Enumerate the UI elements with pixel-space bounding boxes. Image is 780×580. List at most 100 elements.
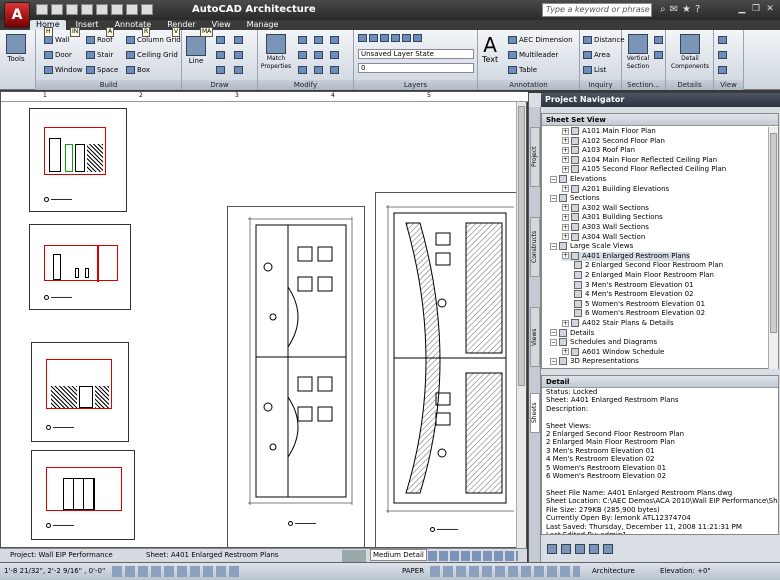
expand-icon[interactable]: + (562, 223, 569, 231)
publish-icon[interactable] (589, 544, 599, 554)
tree-item[interactable]: + A402 Stair Plans & Details (562, 319, 674, 328)
match-properties-button[interactable]: Match Properties (260, 34, 292, 71)
view-tool-2[interactable] (718, 51, 729, 59)
plan-viewport-2[interactable]: ━━━━━━━ (375, 192, 521, 548)
tree-item[interactable]: + A401 Enlarged Restroom Plans (562, 251, 690, 261)
tree-item[interactable]: 6 Women's Restroom Elevation 02 (574, 309, 705, 318)
tree-item[interactable]: + A303 Wall Sections (562, 223, 649, 232)
move-button[interactable] (298, 36, 309, 44)
vertical-scrollbar[interactable] (516, 102, 526, 549)
paper-space-toggle[interactable]: PAPER (402, 563, 424, 580)
refresh-icon[interactable] (575, 544, 585, 554)
section-tool-2[interactable] (654, 51, 665, 59)
tab-render[interactable]: Render (161, 20, 201, 30)
tree-item[interactable]: + A201 Building Elevations (562, 184, 669, 194)
tree-item[interactable]: 2 Enlarged Second Floor Restroom Plan (574, 261, 723, 270)
workspace-dropdown[interactable]: Architecture (592, 563, 635, 580)
tree-item[interactable]: 3 Men's Restroom Elevation 01 (574, 280, 694, 290)
rotate-button[interactable] (314, 36, 325, 44)
box-button[interactable]: Box (126, 66, 150, 74)
expand-icon[interactable]: − (550, 194, 557, 202)
application-menu-button[interactable]: A (4, 2, 30, 28)
ceiling-grid-button[interactable]: Ceiling Grid (126, 51, 178, 59)
view-tool-1[interactable] (718, 36, 729, 44)
search-input[interactable]: Type a keyword or phrase (542, 3, 652, 17)
tree-item[interactable]: − Details (550, 328, 594, 338)
dropdown-icon[interactable] (141, 4, 153, 15)
plot-icon[interactable] (96, 4, 108, 15)
expand-icon[interactable]: + (562, 233, 569, 241)
expand-icon[interactable]: − (550, 175, 557, 183)
aec-dimension-button[interactable]: AEC Dimension (508, 36, 573, 44)
array-button[interactable] (298, 66, 309, 74)
stair-button[interactable]: Stair (86, 51, 113, 59)
new-icon[interactable] (36, 4, 48, 15)
layer-dropdown[interactable]: 0 (358, 63, 474, 73)
tree-scrollbar[interactable] (768, 127, 778, 369)
minimize-icon[interactable]: ▁ (736, 3, 748, 15)
open-icon[interactable] (51, 4, 63, 15)
expand-icon[interactable]: + (562, 127, 569, 135)
restore-icon[interactable]: ❐ (750, 3, 762, 15)
layer-properties-button[interactable] (358, 34, 424, 42)
tree-item[interactable]: 4 Men's Restroom Elevation 02 (574, 290, 694, 299)
area-button[interactable]: Area (583, 51, 610, 59)
elevation-viewport-2[interactable]: ━━━━━━━ (29, 224, 131, 310)
expand-icon[interactable]: + (562, 319, 569, 327)
expand-icon[interactable]: + (562, 348, 569, 356)
roof-button[interactable]: Roof (86, 36, 113, 44)
zoom-button[interactable] (718, 66, 729, 74)
undo-icon[interactable] (111, 4, 123, 15)
plan-viewport-1[interactable]: ━━━━━━━ (227, 206, 365, 548)
detail-level-dropdown[interactable]: Medium Detail (370, 549, 427, 561)
elevation-viewport-1[interactable]: ━━━━━━━ (29, 108, 127, 212)
scrollbar-thumb[interactable] (518, 106, 525, 386)
tree-item[interactable]: − Large Scale Views (550, 242, 633, 251)
distance-button[interactable]: Distance (583, 36, 625, 44)
elevation-viewport-3[interactable]: ━━━━━━━ (31, 342, 129, 442)
tree-item[interactable]: + A101 Main Floor Plan (562, 127, 656, 136)
drafting-toggles[interactable] (112, 566, 240, 577)
scale-icon[interactable] (342, 550, 366, 562)
detail-components-button[interactable]: Detail Components (668, 34, 712, 71)
scale-button[interactable] (330, 51, 341, 59)
tab-project[interactable]: Project (530, 127, 540, 187)
scrollbar-thumb[interactable] (770, 133, 777, 333)
text-button[interactable]: A Text (482, 34, 498, 64)
circle-button[interactable] (234, 36, 245, 44)
expand-icon[interactable]: − (550, 329, 557, 337)
trim-button[interactable] (298, 51, 309, 59)
expand-icon[interactable]: + (562, 185, 569, 193)
repath-icon[interactable] (561, 544, 571, 554)
ellipse-button[interactable] (234, 51, 245, 59)
tree-item[interactable]: + A104 Main Floor Reflected Ceiling Plan (562, 155, 717, 165)
arc-button[interactable] (216, 51, 227, 59)
polyline-button[interactable] (216, 36, 227, 44)
expand-icon[interactable]: + (562, 213, 569, 221)
tab-constructs[interactable]: Constructs (530, 217, 540, 277)
tools-button[interactable]: Tools (6, 34, 26, 63)
tree-item[interactable]: − Elevations (550, 175, 606, 184)
star-icon[interactable]: ★ (682, 4, 691, 15)
tab-sheets[interactable]: Sheets (530, 393, 540, 433)
elevation-viewport-4[interactable]: ━━━━━━━ (31, 450, 135, 540)
expand-icon[interactable]: + (562, 204, 569, 212)
tree-item[interactable]: + A302 Wall Sections (562, 203, 649, 213)
expand-icon[interactable]: − (550, 338, 557, 346)
vertical-section-button[interactable]: Vertical Section (624, 34, 652, 71)
sheet-set-icon[interactable] (547, 544, 557, 554)
expand-icon[interactable]: + (562, 137, 569, 145)
tab-manage[interactable]: Manage (241, 20, 285, 30)
expand-icon[interactable]: + (562, 252, 569, 260)
tree-item[interactable]: − 3D Representations (550, 357, 639, 366)
communication-icon[interactable]: ✉ (670, 4, 678, 15)
tree-item[interactable]: + A102 Second Floor Plan (562, 136, 665, 146)
line-button[interactable]: Line (186, 36, 206, 65)
stretch-button[interactable] (314, 66, 325, 74)
tree-item[interactable]: − Sections (550, 194, 600, 203)
saveas-icon[interactable] (81, 4, 93, 15)
list-button[interactable]: List (583, 66, 606, 74)
tree-item[interactable]: + A304 Wall Section (562, 232, 645, 242)
expand-icon[interactable]: − (550, 242, 557, 250)
space-button[interactable]: Space (86, 66, 118, 74)
